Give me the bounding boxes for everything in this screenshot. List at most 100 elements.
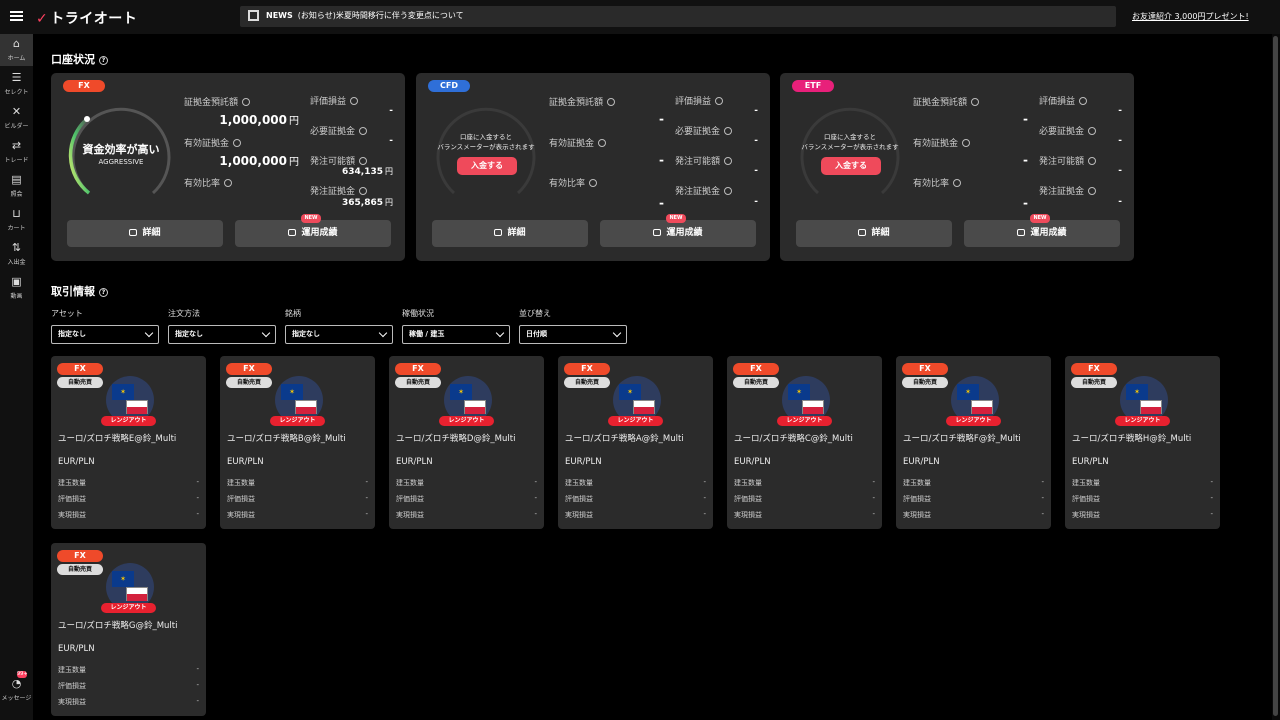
filter-select[interactable]: 指定なし: [51, 325, 159, 344]
filter-select[interactable]: 指定なし: [168, 325, 276, 344]
help-icon[interactable]: ?: [99, 288, 108, 297]
button-label: 詳細: [142, 228, 161, 238]
row-label: 評価損益: [903, 495, 931, 503]
info-icon[interactable]: [1088, 127, 1097, 135]
strategy-card[interactable]: FX 自動売買 ✶ レンジアウト ユーロ/ズロチ戦略B@鈴_Multi EUR/PLN 建玉…: [220, 356, 375, 529]
type-badge: 自動売買: [1071, 377, 1117, 388]
margin-deposit-value: -: [1023, 112, 1028, 126]
value-text: -: [1023, 196, 1028, 210]
sidebar-item-2[interactable]: ✕ ビルダー: [0, 102, 33, 134]
row-label: 実現損益: [1072, 511, 1100, 519]
sidebar-item-1[interactable]: ☰ セレクト: [0, 68, 33, 100]
sidebar-item-4[interactable]: ▤ 照会: [0, 170, 33, 202]
effective-ratio-value: -: [659, 196, 664, 210]
news-bar[interactable]: NEWS (お知らせ)米夏時間移行に伴う変更点について: [240, 6, 1116, 27]
invite-link[interactable]: お友達紹介 3,000円プレゼント!: [1132, 11, 1249, 22]
margin-deposit-label: 証拠金預託額: [184, 95, 251, 108]
value-text: -: [1118, 106, 1122, 116]
row-value: -: [365, 510, 368, 518]
info-icon[interactable]: [242, 98, 251, 106]
help-icon[interactable]: ?: [99, 56, 108, 65]
menu-icon[interactable]: [10, 11, 23, 21]
account-section-title: 口座状況?: [51, 51, 108, 67]
info-icon[interactable]: [953, 179, 962, 187]
info-icon[interactable]: [359, 187, 368, 195]
info-icon[interactable]: [724, 127, 733, 135]
strategy-name: ユーロ/ズロチ戦略D@鈴_Multi: [396, 434, 516, 444]
info-icon[interactable]: [1079, 97, 1088, 105]
row-label: 建玉数量: [58, 666, 86, 674]
asset-tag: FX: [733, 363, 779, 375]
expand-icon[interactable]: [248, 10, 259, 21]
gauge-main-label: 資金効率が高い: [82, 143, 160, 156]
info-icon[interactable]: [971, 98, 980, 106]
info-icon[interactable]: [359, 127, 368, 135]
label-text: 発注証拠金: [1039, 187, 1085, 197]
row-value: -: [196, 494, 199, 502]
scrollbar[interactable]: [1272, 34, 1280, 720]
row-label: 建玉数量: [903, 479, 931, 487]
deposit-button[interactable]: 入金する: [821, 157, 881, 175]
detail-button[interactable]: 詳細: [67, 220, 223, 247]
info-icon[interactable]: [1088, 157, 1097, 165]
eu-flag-icon: ✶: [619, 384, 641, 400]
info-icon[interactable]: [589, 179, 598, 187]
info-icon[interactable]: [598, 139, 607, 147]
performance-button[interactable]: NEW 運用成績: [964, 214, 1120, 247]
info-icon[interactable]: [359, 157, 368, 165]
performance-button[interactable]: NEW 運用成績: [235, 214, 391, 247]
info-icon[interactable]: [724, 187, 733, 195]
strategy-name: ユーロ/ズロチ戦略E@鈴_Multi: [58, 434, 177, 444]
row-label: 評価損益: [1072, 495, 1100, 503]
info-icon[interactable]: [962, 139, 971, 147]
scrollbar-thumb[interactable]: [1273, 36, 1278, 716]
filter-label: 並び替え: [519, 309, 551, 318]
strategy-card[interactable]: FX 自動売買 ✶ レンジアウト ユーロ/ズロチ戦略E@鈴_Multi EUR/PLN 建玉…: [51, 356, 206, 529]
inquiry-icon: ▤: [11, 173, 22, 186]
poland-flag-icon: [1140, 400, 1162, 414]
deposit-button[interactable]: 入金する: [457, 157, 517, 175]
account-tag: FX: [63, 80, 105, 92]
strategy-card[interactable]: FX 自動売買 ✶ レンジアウト ユーロ/ズロチ戦略H@鈴_Multi EUR/PLN 建玉…: [1065, 356, 1220, 529]
account-card-fx: FX 資金効率が高い AGGRESSIVE 証拠金預託額 1,000,000 円有効証拠金…: [51, 73, 405, 261]
info-icon[interactable]: [224, 179, 233, 187]
detail-button[interactable]: 詳細: [432, 220, 588, 247]
strategy-card[interactable]: FX 自動売買 ✶ レンジアウト ユーロ/ズロチ戦略A@鈴_Multi EUR/PLN 建玉…: [558, 356, 713, 529]
sidebar-item-5[interactable]: ⊔ カート: [0, 204, 33, 236]
poland-flag-icon: [295, 400, 317, 414]
detail-button[interactable]: 詳細: [796, 220, 952, 247]
logo[interactable]: ✓ トライオート: [36, 8, 137, 28]
filter-select[interactable]: 指定なし: [285, 325, 393, 344]
filter-select[interactable]: 稼働 / 建玉: [402, 325, 510, 344]
account-card-etf: ETF 口座に入金すると バランスメーターが表示されます 入金する 証拠金預託額 - 有効…: [780, 73, 1134, 261]
sidebar-item-3[interactable]: ⇄ トレード: [0, 136, 33, 168]
wallet-icon: [494, 229, 503, 236]
info-icon[interactable]: [233, 139, 242, 147]
info-icon[interactable]: [715, 97, 724, 105]
strategy-card[interactable]: FX 自動売買 ✶ レンジアウト ユーロ/ズロチ戦略C@鈴_Multi EUR/PLN 建玉…: [727, 356, 882, 529]
status-badge: レンジアウト: [270, 416, 325, 426]
performance-button[interactable]: NEW 運用成績: [600, 214, 756, 247]
sidebar-item-6[interactable]: ⇅ 入出金: [0, 238, 33, 270]
label-text: 発注証拠金: [675, 187, 721, 197]
info-icon[interactable]: [724, 157, 733, 165]
sidebar-item-0[interactable]: ⌂ ホーム: [0, 34, 33, 66]
strategy-card[interactable]: FX 自動売買 ✶ レンジアウト ユーロ/ズロチ戦略F@鈴_Multi EUR/PLN 建玉…: [896, 356, 1051, 529]
sidebar-item-label: セレクト: [4, 89, 29, 96]
row-label: 評価損益: [227, 495, 255, 503]
strategy-card[interactable]: FX 自動売買 ✶ レンジアウト ユーロ/ズロチ戦略D@鈴_Multi EUR/PLN 建玉…: [389, 356, 544, 529]
sidebar-item-7[interactable]: ▣ 動画: [0, 272, 33, 304]
order-margin-value: 365,865 円: [342, 197, 393, 208]
info-icon[interactable]: [607, 98, 616, 106]
row-label: 評価損益: [58, 682, 86, 690]
strategy-card[interactable]: FX 自動売買 ✶ レンジアウト ユーロ/ズロチ戦略G@鈴_Multi EUR/PLN 建玉…: [51, 543, 206, 716]
info-icon[interactable]: [350, 97, 359, 105]
sidebar-item-label: ホーム: [7, 55, 26, 62]
status-badge: レンジアウト: [101, 603, 156, 613]
news-text[interactable]: NEWS (お知らせ)米夏時間移行に伴う変更点について: [266, 10, 464, 21]
sidebar-item-messages[interactable]: ◔ 99+ メッセージ: [0, 671, 33, 706]
pl-value: -: [1118, 106, 1122, 116]
gauge-placeholder: 口座に入金すると バランスメーターが表示されます: [437, 133, 535, 151]
info-icon[interactable]: [1088, 187, 1097, 195]
filter-select[interactable]: 日付順: [519, 325, 627, 344]
